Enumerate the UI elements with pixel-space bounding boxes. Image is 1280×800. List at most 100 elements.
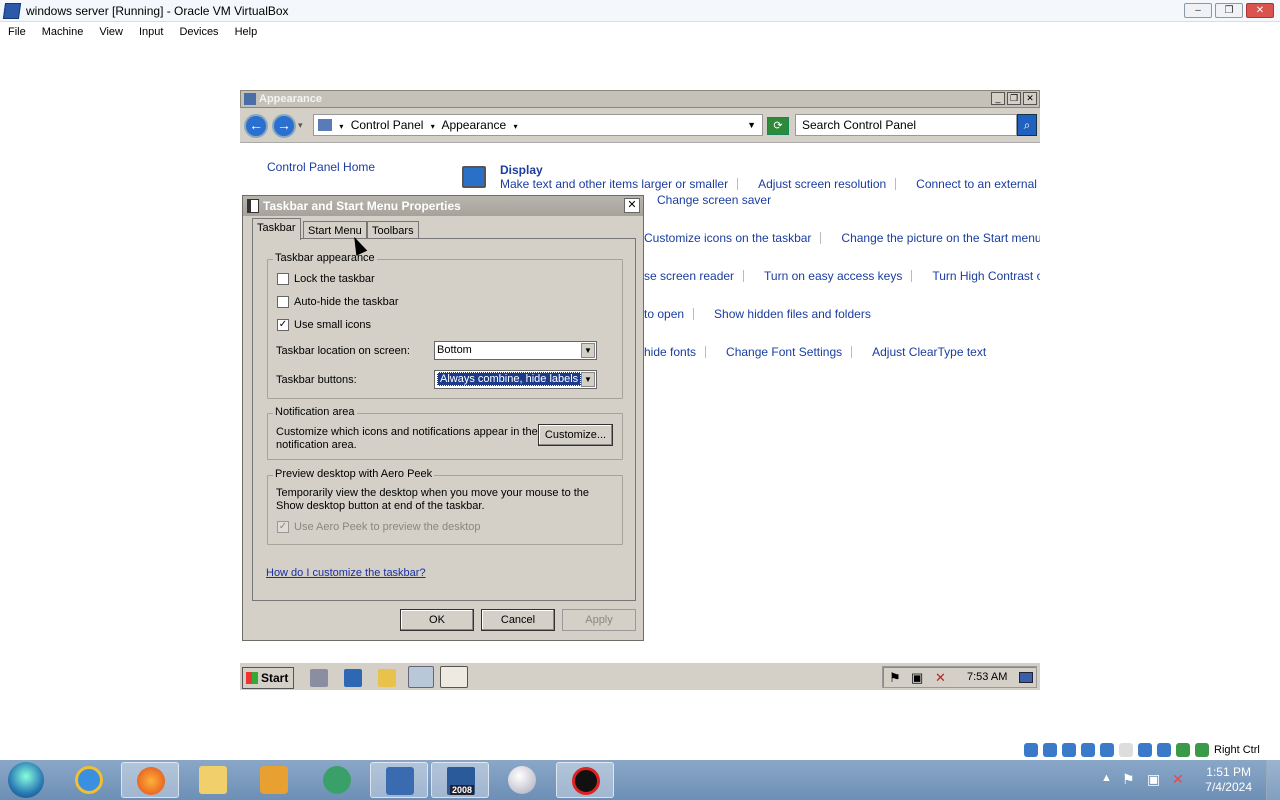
cp-minimize-button[interactable]: _ (991, 92, 1005, 105)
search-icon[interactable]: ⌕ (1017, 114, 1037, 136)
server-manager-icon[interactable] (310, 669, 328, 687)
hide-fonts-link[interactable]: hide fonts (644, 345, 706, 359)
forward-arrow-icon[interactable]: → (272, 114, 296, 138)
explorer-icon[interactable] (378, 669, 396, 687)
breadcrumb-appearance[interactable]: Appearance (441, 118, 506, 132)
windows-server-2008-taskbar-button[interactable]: 2008 (431, 762, 489, 798)
recording-icon[interactable] (1157, 743, 1171, 757)
media-player-taskbar-button[interactable] (245, 762, 303, 798)
chevron-down-icon[interactable]: ▼ (581, 372, 595, 387)
control-panel-taskbar-icon[interactable] (408, 666, 434, 688)
menu-machine[interactable]: Machine (42, 26, 84, 38)
shared-folder-icon[interactable] (1119, 743, 1133, 757)
recent-pages-chevron-icon[interactable]: ▾ (298, 120, 303, 131)
taskbar-buttons-select[interactable]: Always combine, hide labels ▼ (434, 370, 597, 389)
single-double-click-link[interactable]: to open (644, 307, 694, 321)
network-icon[interactable]: ▣ (911, 670, 923, 686)
tab-taskbar[interactable]: Taskbar (252, 218, 301, 240)
audio-icon[interactable] (1062, 743, 1076, 757)
chevron-down-icon[interactable]: ▼ (581, 343, 595, 358)
display-heading[interactable]: Display (500, 163, 543, 177)
mouse-integration-icon[interactable] (1195, 743, 1209, 757)
auto-hide-label: Auto-hide the taskbar (294, 296, 399, 308)
flag-icon[interactable]: ⚑ (889, 670, 901, 686)
breadcrumb-chevron-icon: ▾ (430, 122, 435, 131)
cp-close-button[interactable]: ✕ (1023, 92, 1037, 105)
hard-disk-icon[interactable] (1024, 743, 1038, 757)
app-taskbar-button[interactable] (308, 762, 366, 798)
taskbar-appearance-group: Taskbar appearance Lock the taskbar Auto… (267, 252, 623, 399)
external-display-link[interactable]: Connect to an external display (916, 177, 1040, 191)
file-explorer-taskbar-button[interactable] (184, 762, 242, 798)
small-icons-checkbox[interactable]: ✓ (277, 319, 289, 331)
close-button[interactable]: ✕ (1246, 3, 1274, 18)
display-status-icon[interactable] (1138, 743, 1152, 757)
adjust-resolution-link[interactable]: Adjust screen resolution (758, 177, 896, 191)
green-app-icon (323, 766, 351, 794)
show-desktop-icon[interactable] (1019, 672, 1033, 683)
auto-hide-checkbox[interactable] (277, 296, 289, 308)
lock-taskbar-checkbox[interactable] (277, 273, 289, 285)
location-label: Taskbar location on screen: (276, 345, 410, 357)
volume-mute-icon[interactable]: ✕ (1172, 771, 1184, 788)
network-adapter-icon[interactable] (1081, 743, 1095, 757)
internet-explorer-taskbar-button[interactable] (60, 762, 118, 798)
menu-input[interactable]: Input (139, 26, 163, 38)
usb-icon[interactable] (1100, 743, 1114, 757)
font-settings-link[interactable]: Change Font Settings (726, 345, 852, 359)
control-panel-home-link[interactable]: Control Panel Home (267, 160, 375, 174)
action-center-flag-icon[interactable]: ⚑ (1122, 771, 1135, 788)
sphere-app-taskbar-button[interactable] (493, 762, 551, 798)
cpu-icon[interactable] (1176, 743, 1190, 757)
make-text-larger-link[interactable]: Make text and other items larger or smal… (500, 177, 738, 191)
hidden-files-link[interactable]: Show hidden files and folders (714, 307, 871, 321)
address-dropdown-icon[interactable]: ▼ (747, 115, 756, 135)
search-input[interactable]: Search Control Panel (795, 114, 1017, 136)
optical-drive-icon[interactable] (1043, 743, 1057, 757)
refresh-icon[interactable]: ⟳ (767, 117, 789, 135)
powershell-icon[interactable] (344, 669, 362, 687)
guest-clock[interactable]: 7:53 AM (967, 671, 1007, 683)
screen-saver-link[interactable]: Change screen saver (657, 193, 771, 207)
host-clock[interactable]: 1:51 PM 7/4/2024 (1205, 765, 1252, 795)
apply-button[interactable]: Apply (562, 609, 636, 631)
show-desktop-button[interactable] (1266, 760, 1280, 800)
minimize-button[interactable]: – (1184, 3, 1212, 18)
windows-start-orb-icon[interactable] (8, 762, 44, 798)
customize-taskbar-icons-link[interactable]: Customize icons on the taskbar (644, 231, 821, 245)
firefox-icon (137, 767, 165, 795)
display-icon (462, 166, 486, 188)
small-icons-label: Use small icons (294, 319, 372, 331)
volume-muted-icon[interactable]: ✕ (935, 670, 946, 686)
show-hidden-icons-icon[interactable]: ▲ (1101, 772, 1112, 784)
dialog-close-button[interactable]: ✕ (624, 198, 640, 213)
start-button[interactable]: Start (242, 667, 294, 689)
ok-button[interactable]: OK (400, 609, 474, 631)
high-contrast-link[interactable]: Turn High Contrast on or off (932, 269, 1040, 283)
screen-recorder-taskbar-button[interactable] (556, 762, 614, 798)
network-status-icon[interactable]: ▣ (1147, 771, 1160, 788)
menu-devices[interactable]: Devices (179, 26, 218, 38)
cancel-button[interactable]: Cancel (481, 609, 555, 631)
screen-reader-link[interactable]: se screen reader (644, 269, 744, 283)
cp-restore-button[interactable]: ❐ (1007, 92, 1021, 105)
change-start-picture-link[interactable]: Change the picture on the Start menu (841, 231, 1040, 245)
customize-button[interactable]: Customize... (538, 424, 613, 446)
restore-button[interactable]: ❐ (1215, 3, 1243, 18)
vbox-titlebar: windows server [Running] - Oracle VM Vir… (0, 0, 1280, 22)
properties-taskbar-icon[interactable] (440, 666, 468, 688)
help-link[interactable]: How do I customize the taskbar? (266, 567, 426, 579)
breadcrumb-control-panel[interactable]: Control Panel (351, 118, 424, 132)
cp-titlebar: Appearance _ ❐ ✕ (240, 90, 1040, 108)
menu-help[interactable]: Help (235, 26, 258, 38)
easy-access-keys-link[interactable]: Turn on easy access keys (764, 269, 912, 283)
virtualbox-taskbar-button[interactable] (370, 762, 428, 798)
dialog-titlebar: Taskbar and Start Menu Properties ✕ (243, 196, 643, 216)
address-bar[interactable]: ▾ Control Panel ▾ Appearance ▾ ▼ (313, 114, 763, 136)
menu-file[interactable]: File (8, 26, 26, 38)
menu-view[interactable]: View (99, 26, 123, 38)
back-arrow-icon[interactable]: ← (244, 114, 268, 138)
cleartype-link[interactable]: Adjust ClearType text (872, 345, 986, 359)
location-select[interactable]: Bottom ▼ (434, 341, 597, 360)
firefox-taskbar-button[interactable] (121, 762, 179, 798)
